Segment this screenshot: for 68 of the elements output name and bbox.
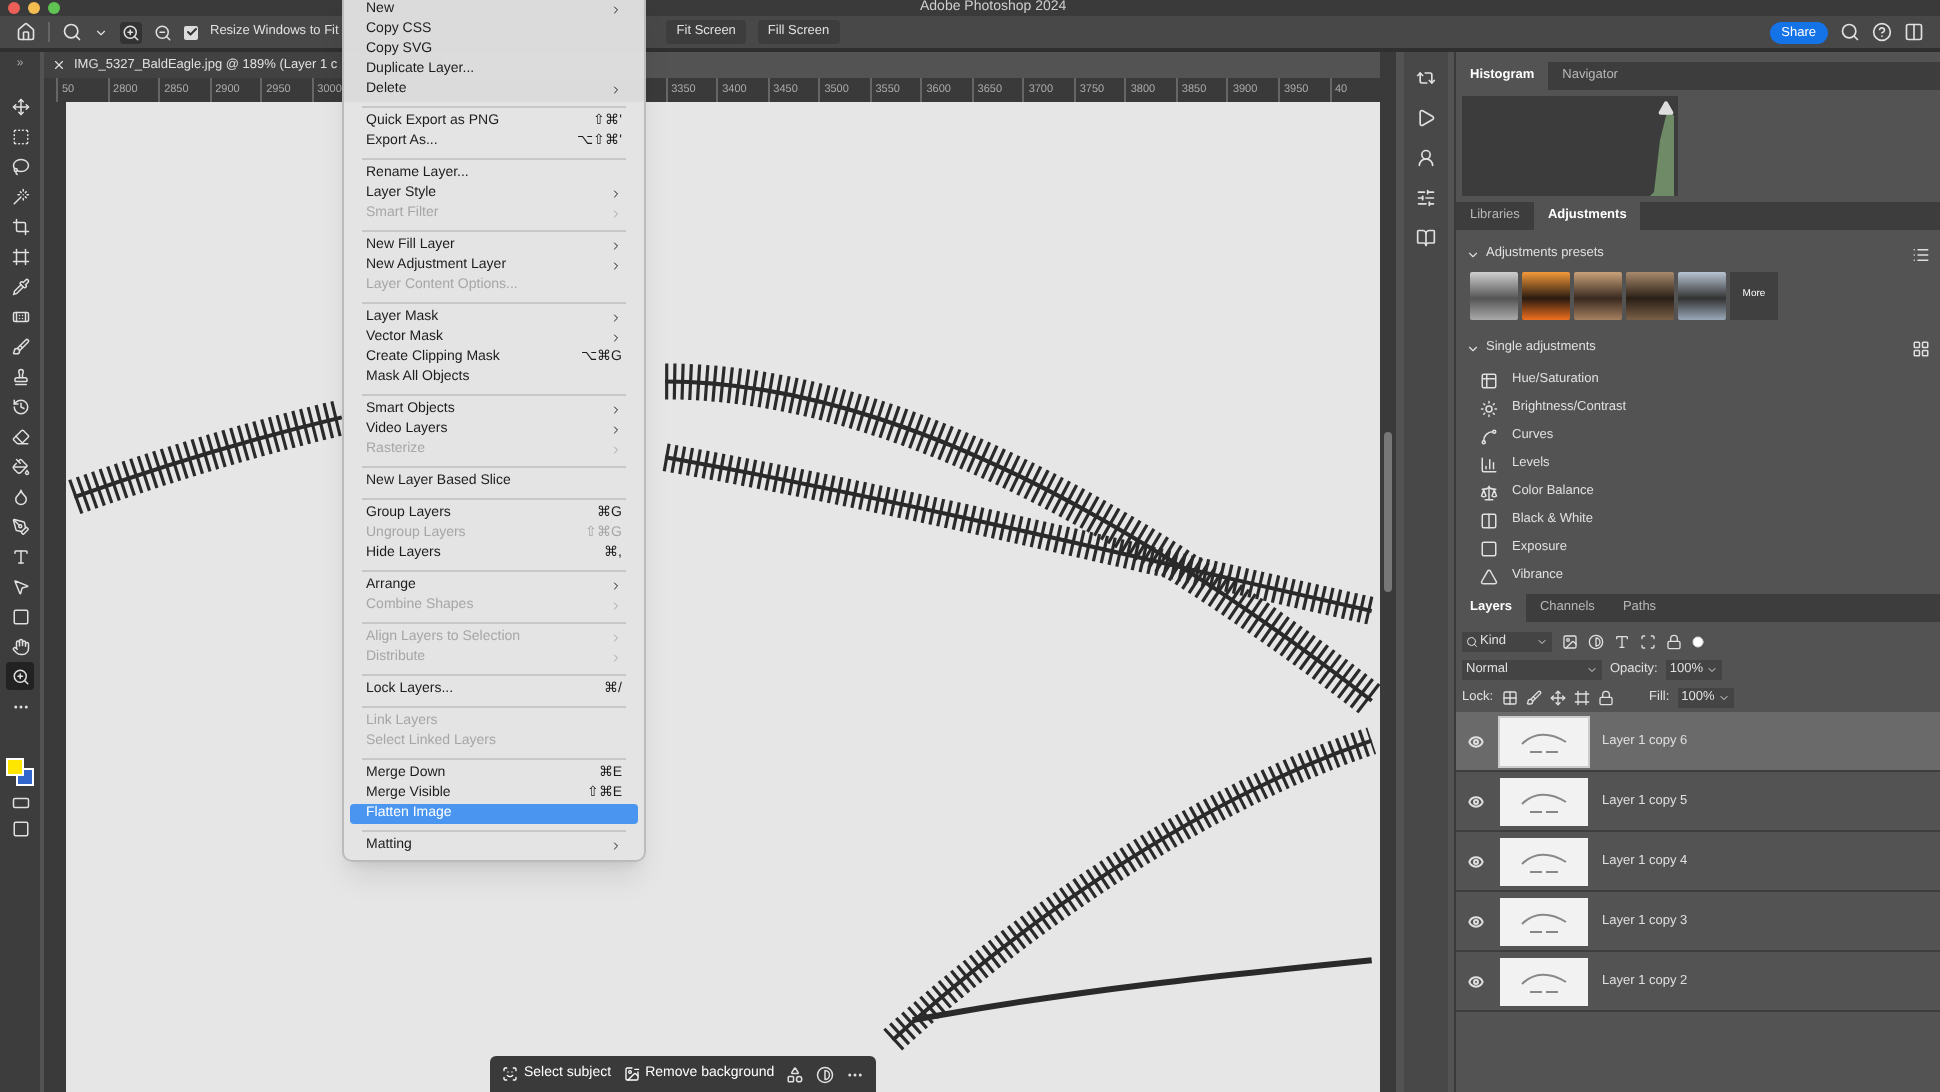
- scale-icon: [1480, 483, 1498, 501]
- bar-chart-icon: [1480, 455, 1498, 473]
- search-icon: [1466, 635, 1478, 647]
- dot-icon[interactable]: [1692, 635, 1704, 647]
- lock-icon[interactable]: [1666, 633, 1682, 649]
- search-icon[interactable]: [1840, 22, 1860, 42]
- zoom-icon[interactable]: [62, 22, 82, 42]
- caret-icon: [1536, 635, 1548, 647]
- image-icon[interactable]: [1562, 633, 1578, 649]
- split-square-icon: [1480, 511, 1498, 529]
- square-icon: [1480, 539, 1498, 557]
- face-scan-icon: [502, 1066, 518, 1082]
- contrast-icon[interactable]: [1588, 633, 1604, 649]
- caret-icon: [1718, 691, 1731, 703]
- visibility-toggle[interactable]: [1468, 793, 1486, 809]
- layer-thumbnail: [1500, 897, 1588, 945]
- contrast-icon[interactable]: [816, 1065, 835, 1083]
- frame-icon[interactable]: [1573, 689, 1590, 705]
- help-icon[interactable]: [1872, 22, 1892, 42]
- warning-icon: [1658, 100, 1674, 116]
- checker-icon[interactable]: [1501, 689, 1518, 705]
- grid-icon: [1480, 371, 1498, 389]
- layer-thumbnail: [1500, 777, 1588, 825]
- resize-checkbox[interactable]: [184, 25, 198, 39]
- image-minus-icon: [623, 1066, 640, 1082]
- brush-icon[interactable]: [1525, 689, 1542, 705]
- preset-thumbnail[interactable]: [1626, 272, 1674, 320]
- caret-icon: [1586, 663, 1598, 675]
- chevron-icon[interactable]: [1466, 341, 1480, 355]
- color-swatches[interactable]: [6, 758, 34, 786]
- layer-thumbnail: [1500, 717, 1588, 765]
- zoom-in-button[interactable]: [120, 21, 142, 43]
- caret-icon[interactable]: [94, 25, 108, 39]
- home-icon[interactable]: [16, 22, 36, 42]
- workspace-icon[interactable]: [1904, 22, 1924, 42]
- scrollbar-thumb[interactable]: [1384, 432, 1392, 592]
- person-icon[interactable]: [1416, 148, 1436, 168]
- sliders-icon[interactable]: [1416, 188, 1436, 208]
- preset-thumbnail[interactable]: [1522, 272, 1570, 320]
- sun-icon: [1480, 399, 1498, 417]
- triangle-icon: [1480, 567, 1498, 585]
- close-icon[interactable]: [52, 58, 66, 72]
- book-icon[interactable]: [1416, 228, 1436, 248]
- scan-icon[interactable]: [1640, 633, 1656, 649]
- lock-icon[interactable]: [1597, 689, 1614, 705]
- list-view-icon[interactable]: [1912, 245, 1930, 263]
- zoom-icon[interactable]: [6, 662, 34, 690]
- visibility-toggle[interactable]: [1468, 913, 1486, 929]
- curve-icon: [1480, 427, 1498, 445]
- caret-icon: [1706, 663, 1719, 675]
- screen-mode-icon[interactable]: [11, 820, 29, 838]
- visibility-toggle[interactable]: [1468, 973, 1486, 989]
- layer-thumbnail: [1500, 837, 1588, 885]
- chevron-icon[interactable]: [1466, 247, 1480, 261]
- move-icon[interactable]: [1549, 689, 1566, 705]
- preset-thumbnail[interactable]: [1470, 272, 1518, 320]
- shapes-icon[interactable]: [786, 1065, 805, 1083]
- repeat-icon[interactable]: [1416, 68, 1436, 88]
- preset-thumbnail[interactable]: [1678, 272, 1726, 320]
- play-icon[interactable]: [1416, 108, 1436, 128]
- preset-thumbnail[interactable]: [1574, 272, 1622, 320]
- quick-mask-icon[interactable]: [11, 794, 29, 812]
- zoom-out-icon[interactable]: [154, 23, 172, 41]
- visibility-toggle[interactable]: [1468, 853, 1486, 869]
- grid-view-icon[interactable]: [1912, 339, 1930, 357]
- visibility-toggle[interactable]: [1468, 733, 1486, 749]
- layer-thumbnail: [1500, 957, 1588, 1005]
- type-icon[interactable]: [1614, 633, 1630, 649]
